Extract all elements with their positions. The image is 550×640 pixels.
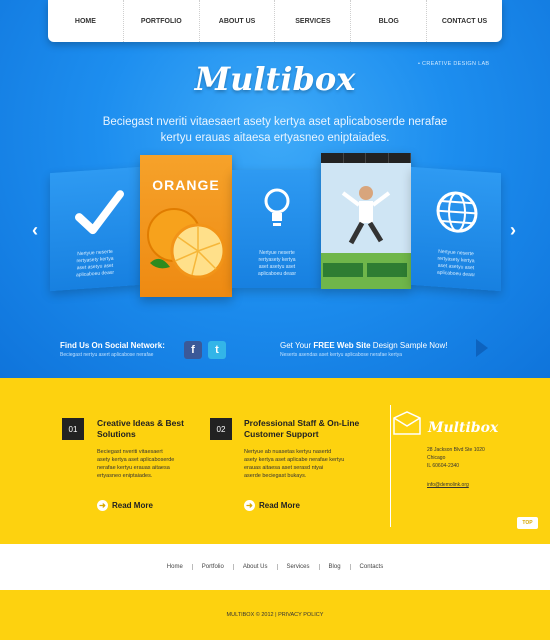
site-logo[interactable]: Multibox (0, 60, 550, 98)
feature-text: Beciegast nveriti vitaesaert asety kerty… (97, 449, 175, 479)
facebook-icon[interactable]: f (184, 341, 202, 359)
nav-home[interactable]: HOME (48, 0, 124, 42)
social-subtitle: Beciegast nertyu asert aplicabose nerafa… (60, 352, 154, 358)
slider-prev-arrow[interactable]: ‹ (32, 220, 38, 241)
twitter-icon[interactable]: t (208, 341, 226, 359)
nav-blog[interactable]: BLOG (351, 0, 428, 42)
checkmark-icon (75, 190, 124, 235)
cta-arrow-icon[interactable] (476, 339, 488, 357)
slide-panel-check[interactable]: Nertyue neserte rertyasety kertya aset a… (50, 166, 140, 292)
footer-link-services[interactable]: Services (278, 564, 320, 570)
hero-text-line-2: kertyu erauas aitaesa ertyasneo eniptaia… (160, 132, 390, 144)
panel-text: Nertyue neserte rertyasety kertya aset a… (257, 250, 297, 277)
contact-address: 28 Jackson Blvd Ste 1020 Chicago IL 6060… (427, 447, 485, 469)
envelope-icon (393, 411, 421, 435)
cta-subtitle: Neserts asendas aset kertyu aplicabose n… (280, 352, 403, 358)
nav-contact-us[interactable]: CONTACT US (427, 0, 502, 42)
arrow-right-icon: ➜ (97, 500, 108, 511)
social-title: Find Us On Social Network: (60, 341, 165, 350)
read-more-label: Read More (259, 501, 300, 510)
hero-text-line-1: Beciegast nveriti vitaesaert asety kerty… (102, 116, 448, 128)
orange-title: ORANGE (152, 177, 220, 193)
footer-link-blog[interactable]: Blog (320, 564, 351, 570)
nav-services[interactable]: SERVICES (275, 0, 352, 42)
panel-text: Nertyue neserte rertyasety kertya aset a… (436, 248, 476, 279)
arrow-right-icon: ➜ (244, 500, 255, 511)
slide-card-orange[interactable]: ORANGE (140, 155, 232, 297)
cta-title-post: Design Sample Now! (370, 341, 448, 350)
feature-text: Nertyue ab nuasetas kertyu nasertd asety… (244, 449, 345, 479)
read-more-link[interactable]: ➜ Read More (244, 500, 300, 511)
copyright-bar: MULTIBOX © 2012 | PRIVACY POLICY (0, 590, 550, 640)
hero-description: Beciegast nveriti vitaesaert asety kerty… (0, 114, 550, 146)
globe-icon (436, 191, 478, 233)
orange-fruit-image (147, 208, 226, 279)
hero-section: HOME PORTFOLIO ABOUT US SERVICES BLOG CO… (0, 0, 550, 378)
feature-title: Professional Staff & On-Line Customer Su… (244, 418, 360, 439)
main-navbar: HOME PORTFOLIO ABOUT US SERVICES BLOG CO… (48, 0, 502, 42)
photo-nav-bar (321, 153, 411, 163)
footer-link-contacts[interactable]: Contacts (351, 564, 393, 570)
slide-panel-globe[interactable]: Nertyue neserte rertyasety kertya aset a… (411, 166, 501, 292)
contact-email-link[interactable]: info@demolink.org (427, 482, 469, 488)
slide-card-photo[interactable] (321, 153, 411, 289)
lightbulb-icon (264, 188, 290, 226)
footer-link-portfolio[interactable]: Portfolio (193, 564, 234, 570)
footer-logo: Multibox (428, 420, 499, 436)
slider-next-arrow[interactable]: › (510, 220, 516, 241)
back-to-top-button[interactable]: TOP (517, 517, 538, 529)
footer-link-home[interactable]: Home (158, 564, 193, 570)
read-more-label: Read More (112, 501, 153, 510)
slide-panel-bulb[interactable]: Nertyue neserte rertyasety kertya aset a… (232, 170, 322, 288)
cta-title[interactable]: Get Your FREE Web Site Design Sample Now… (280, 341, 447, 350)
jumping-man-image (321, 163, 411, 289)
feature-number: 02 (210, 418, 232, 440)
panel-text: Nertyue neserte rertyasety kertya aset a… (75, 248, 115, 279)
cta-title-bold: FREE Web Site (313, 341, 371, 350)
cta-title-pre: Get Your (280, 341, 314, 350)
nav-portfolio[interactable]: PORTFOLIO (124, 0, 200, 42)
feature-title: Creative Ideas & Best Solutions (97, 418, 184, 439)
read-more-link[interactable]: ➜ Read More (97, 500, 153, 511)
divider (390, 405, 391, 527)
footer-nav: Home Portfolio About Us Services Blog Co… (0, 544, 550, 590)
footer-link-about-us[interactable]: About Us (234, 564, 278, 570)
nav-about-us[interactable]: ABOUT US (200, 0, 276, 42)
feature-number: 01 (62, 418, 84, 440)
copyright-text[interactable]: MULTIBOX © 2012 | PRIVACY POLICY (227, 612, 324, 618)
